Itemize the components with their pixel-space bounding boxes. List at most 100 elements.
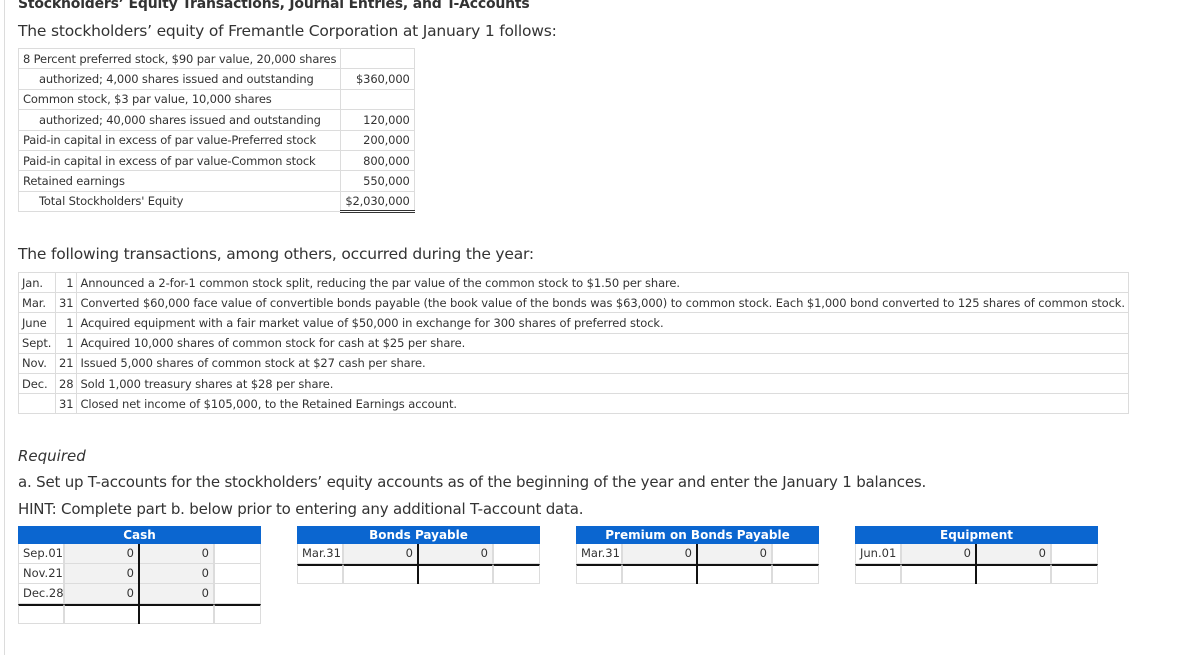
equity-row: 8 Percent preferred stock, $90 par value… xyxy=(17,47,415,70)
t-date-cell[interactable]: Nov.21 xyxy=(18,564,64,584)
transaction-description: Acquired 10,000 shares of common stock f… xyxy=(76,332,1129,354)
t-total-debit-cell[interactable] xyxy=(64,604,139,624)
equity-label: Common stock, $3 par value, 10,000 share… xyxy=(17,88,342,111)
transaction-day: 1 xyxy=(54,271,78,294)
t-account-grid: Sep.01 0 0 Nov.21 0 0 Dec.28 0 0 xyxy=(18,544,261,624)
transaction-day: 1 xyxy=(54,312,78,334)
t-debit-cell[interactable]: 0 xyxy=(901,544,976,564)
t-debit-cell[interactable]: 0 xyxy=(64,544,139,564)
t-account-divider xyxy=(138,544,140,624)
left-border xyxy=(4,0,5,655)
equity-row: Paid-in capital in excess of par value-C… xyxy=(17,149,415,172)
transaction-description: Converted $60,000 face value of converti… xyxy=(76,292,1129,314)
equity-amount: 200,000 xyxy=(340,129,415,151)
t-total-debit-cell[interactable] xyxy=(622,564,697,584)
transaction-row: Mar. 31 Converted $60,000 face value of … xyxy=(18,292,1129,314)
t-account-premium-on-bonds-payable: Premium on Bonds Payable Mar.31 0 0 xyxy=(576,526,819,584)
t-account-bonds-payable: Bonds Payable Mar.31 0 0 xyxy=(297,526,540,584)
t-date-cell[interactable]: Jun.01 xyxy=(855,544,901,564)
equity-row: authorized; 4,000 shares issued and outs… xyxy=(17,68,415,90)
transactions-table: Jan. 1 Announced a 2-for-1 common stock … xyxy=(18,271,1129,415)
t-total-extra-cell[interactable] xyxy=(1051,564,1098,584)
equity-label: Retained earnings xyxy=(17,170,342,192)
transaction-description: Acquired equipment with a fair market va… xyxy=(76,312,1129,334)
t-total-date-cell[interactable] xyxy=(855,564,901,584)
equity-amount xyxy=(340,88,415,111)
t-account-cash: Cash Sep.01 0 0 Nov.21 0 0 Dec.28 0 0 xyxy=(18,526,261,624)
t-credit-cell[interactable]: 0 xyxy=(697,544,772,564)
t-total-extra-cell[interactable] xyxy=(493,564,540,584)
t-date-cell[interactable]: Sep.01 xyxy=(18,544,64,564)
equity-row: Common stock, $3 par value, 10,000 share… xyxy=(17,88,415,111)
t-account-equipment: Equipment Jun.01 0 0 xyxy=(855,526,1098,584)
t-total-extra-cell[interactable] xyxy=(772,564,819,584)
equity-amount: $360,000 xyxy=(340,68,415,90)
transaction-month: Nov. xyxy=(18,352,56,374)
t-total-credit-cell[interactable] xyxy=(418,564,493,584)
transaction-month: June xyxy=(18,312,56,334)
transaction-month xyxy=(18,393,56,415)
t-credit-cell[interactable]: 0 xyxy=(139,584,214,604)
t-credit-cell[interactable]: 0 xyxy=(418,544,493,564)
equity-label: authorized; 4,000 shares issued and outs… xyxy=(17,68,342,90)
t-total-date-cell[interactable] xyxy=(576,564,622,584)
equity-amount: 800,000 xyxy=(340,149,415,172)
t-extra-cell[interactable] xyxy=(214,584,261,604)
equity-amount: 550,000 xyxy=(340,170,415,192)
t-credit-cell[interactable]: 0 xyxy=(139,544,214,564)
transaction-month: Jan. xyxy=(18,271,56,294)
t-account-divider xyxy=(696,544,698,584)
part-a-instruction: a. Set up T-accounts for the stockholder… xyxy=(18,473,927,491)
t-account-divider xyxy=(975,544,977,584)
equity-amount xyxy=(340,47,415,70)
t-account-title: Premium on Bonds Payable xyxy=(576,526,819,544)
equity-total-label: Total Stockholders' Equity xyxy=(17,190,342,213)
t-total-credit-cell[interactable] xyxy=(697,564,772,584)
transaction-row: June 1 Acquired equipment with a fair ma… xyxy=(18,312,1129,334)
t-total-extra-cell[interactable] xyxy=(214,604,261,624)
t-account-grid: Mar.31 0 0 xyxy=(576,544,819,584)
transaction-row: Jan. 1 Announced a 2-for-1 common stock … xyxy=(18,271,1129,294)
t-credit-cell[interactable]: 0 xyxy=(139,564,214,584)
equity-row: Paid-in capital in excess of par value-P… xyxy=(17,129,415,151)
t-account-title: Cash xyxy=(18,526,261,544)
hint-text: HINT: Complete part b. below prior to en… xyxy=(18,500,584,518)
t-debit-cell[interactable]: 0 xyxy=(64,584,139,604)
t-extra-cell[interactable] xyxy=(214,564,261,584)
transaction-day: 28 xyxy=(54,372,78,395)
equity-amount: 120,000 xyxy=(340,109,415,131)
t-debit-cell[interactable]: 0 xyxy=(64,564,139,584)
transaction-description: Closed net income of $105,000, to the Re… xyxy=(76,393,1129,415)
transactions-intro: The following transactions, among others… xyxy=(18,245,534,263)
transaction-month: Mar. xyxy=(18,292,56,314)
t-total-date-cell[interactable] xyxy=(18,604,64,624)
page-title: Stockholders’ Equity Transactions, Journ… xyxy=(18,0,530,12)
t-date-cell[interactable]: Dec.28 xyxy=(18,584,64,604)
transaction-description: Issued 5,000 shares of common stock at $… xyxy=(76,352,1129,374)
transaction-day: 31 xyxy=(54,292,78,314)
transaction-row: Sept. 1 Acquired 10,000 shares of common… xyxy=(18,332,1129,354)
transaction-day: 31 xyxy=(54,393,78,415)
t-total-debit-cell[interactable] xyxy=(901,564,976,584)
t-debit-cell[interactable]: 0 xyxy=(343,544,418,564)
equity-total-amount: $2,030,000 xyxy=(340,190,415,214)
transaction-day: 21 xyxy=(54,352,78,374)
t-extra-cell[interactable] xyxy=(493,544,540,564)
t-date-cell[interactable]: Mar.31 xyxy=(576,544,622,564)
t-total-credit-cell[interactable] xyxy=(139,604,214,624)
t-account-title: Bonds Payable xyxy=(297,526,540,544)
t-extra-cell[interactable] xyxy=(214,544,261,564)
t-account-grid: Mar.31 0 0 xyxy=(297,544,540,584)
t-total-debit-cell[interactable] xyxy=(343,564,418,584)
t-debit-cell[interactable]: 0 xyxy=(622,544,697,564)
equity-row: Retained earnings 550,000 xyxy=(17,170,415,192)
t-extra-cell[interactable] xyxy=(1051,544,1098,564)
t-extra-cell[interactable] xyxy=(772,544,819,564)
transaction-row: Nov. 21 Issued 5,000 shares of common st… xyxy=(18,352,1129,374)
t-total-credit-cell[interactable] xyxy=(976,564,1051,584)
equity-total-row: Total Stockholders' Equity $2,030,000 xyxy=(17,190,415,214)
t-date-cell[interactable]: Mar.31 xyxy=(297,544,343,564)
t-credit-cell[interactable]: 0 xyxy=(976,544,1051,564)
t-total-date-cell[interactable] xyxy=(297,564,343,584)
equity-label: 8 Percent preferred stock, $90 par value… xyxy=(17,47,342,70)
